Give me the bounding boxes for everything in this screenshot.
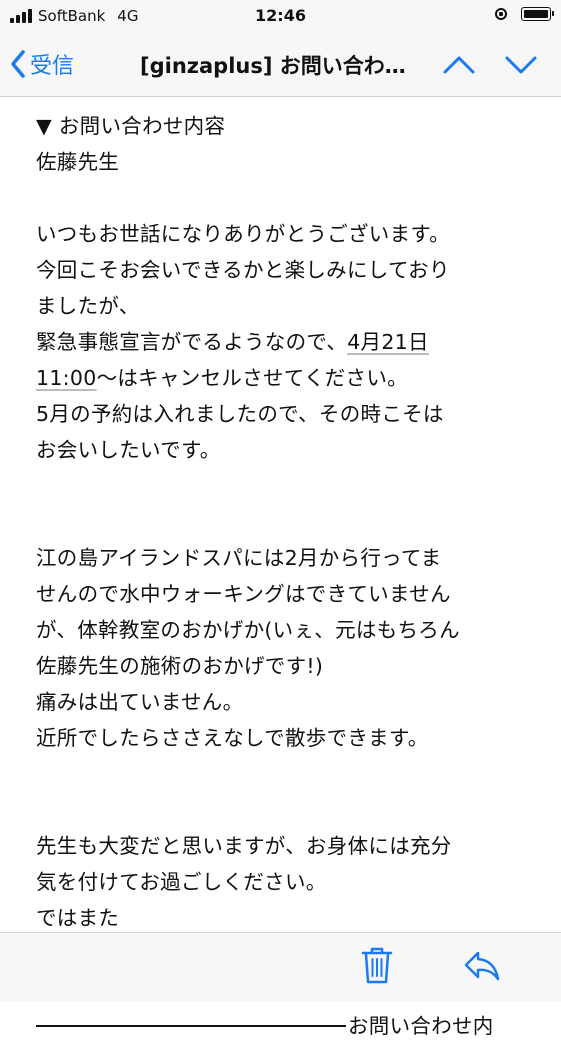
body-text: 緊急事態宣言がでるようなので、 bbox=[36, 330, 348, 354]
body-line: 5月の予約は入れましたので、その時こそは bbox=[36, 402, 444, 426]
body-line: が、体幹教室のおかげか(いぇ、元はもちろん bbox=[36, 618, 460, 642]
chevron-up-icon bbox=[443, 56, 475, 74]
body-line: 今回こそお会いできるかと楽しみにしており bbox=[36, 258, 450, 282]
chevron-left-icon bbox=[11, 50, 25, 78]
body-line: せんので水中ウォーキングはできていません bbox=[36, 582, 451, 606]
body-line: 佐藤先生の施術のおかげです!) bbox=[36, 654, 324, 678]
section-heading: ▼ お問い合わせ内容 bbox=[36, 114, 226, 138]
body-line: 江の島アイランドスパには2月から行ってま bbox=[36, 546, 442, 570]
chevron-down-icon bbox=[505, 56, 537, 74]
reply-icon bbox=[464, 951, 500, 981]
email-subject-title: [ginzaplus] お問い合わ… bbox=[140, 54, 406, 78]
signature-text: お問い合わせ内 bbox=[348, 1014, 494, 1038]
date-link[interactable]: 4月21日 bbox=[347, 330, 429, 354]
body-line: 緊急事態宣言がでるようなので、4月21日 bbox=[36, 324, 536, 360]
body-line: 痛みは出ていません。 bbox=[36, 690, 244, 714]
body-text: 〜はキャンセルさせてください。 bbox=[96, 366, 408, 390]
greeting: 佐藤先生 bbox=[36, 150, 120, 174]
body-line: 11:00〜はキャンセルさせてください。 bbox=[36, 360, 536, 396]
bottom-toolbar bbox=[0, 932, 561, 1001]
status-right bbox=[495, 7, 554, 21]
body-line: 気を付けてお過ごしください。 bbox=[36, 870, 327, 894]
delete-button[interactable] bbox=[360, 945, 394, 989]
body-line: いつもお世話になりありがとうございます。 bbox=[36, 222, 450, 246]
body-line: ましたが、 bbox=[36, 294, 140, 318]
status-time: 12:46 bbox=[255, 6, 306, 25]
orientation-lock-icon bbox=[495, 8, 507, 20]
divider-rule bbox=[36, 1025, 346, 1027]
reply-button[interactable] bbox=[462, 945, 502, 989]
battery-icon bbox=[521, 7, 554, 21]
body-line: 先生も大変だと思いますが、お身体には充分 bbox=[36, 834, 452, 858]
trash-icon bbox=[361, 947, 393, 984]
body-line: 近所でしたらささえなしで散歩できます。 bbox=[36, 726, 429, 750]
body-line: ではまた bbox=[36, 906, 120, 930]
body-line: お会いしたいです。 bbox=[36, 438, 221, 462]
next-message-button[interactable] bbox=[504, 48, 538, 86]
signature-divider: お問い合わせ内 bbox=[36, 1008, 536, 1044]
back-button[interactable]: 受信 bbox=[10, 48, 74, 80]
back-label: 受信 bbox=[30, 54, 75, 79]
previous-message-button[interactable] bbox=[442, 48, 476, 86]
time-link[interactable]: 11:00 bbox=[36, 366, 97, 390]
email-body: ▼ お問い合わせ内容 佐藤先生 いつもお世話になりありがとうございます。 今回こ… bbox=[36, 108, 536, 1044]
nav-bar: 受信 [ginzaplus] お問い合わ… bbox=[0, 34, 561, 97]
status-bar: SoftBank 4G 12:46 bbox=[0, 0, 561, 34]
